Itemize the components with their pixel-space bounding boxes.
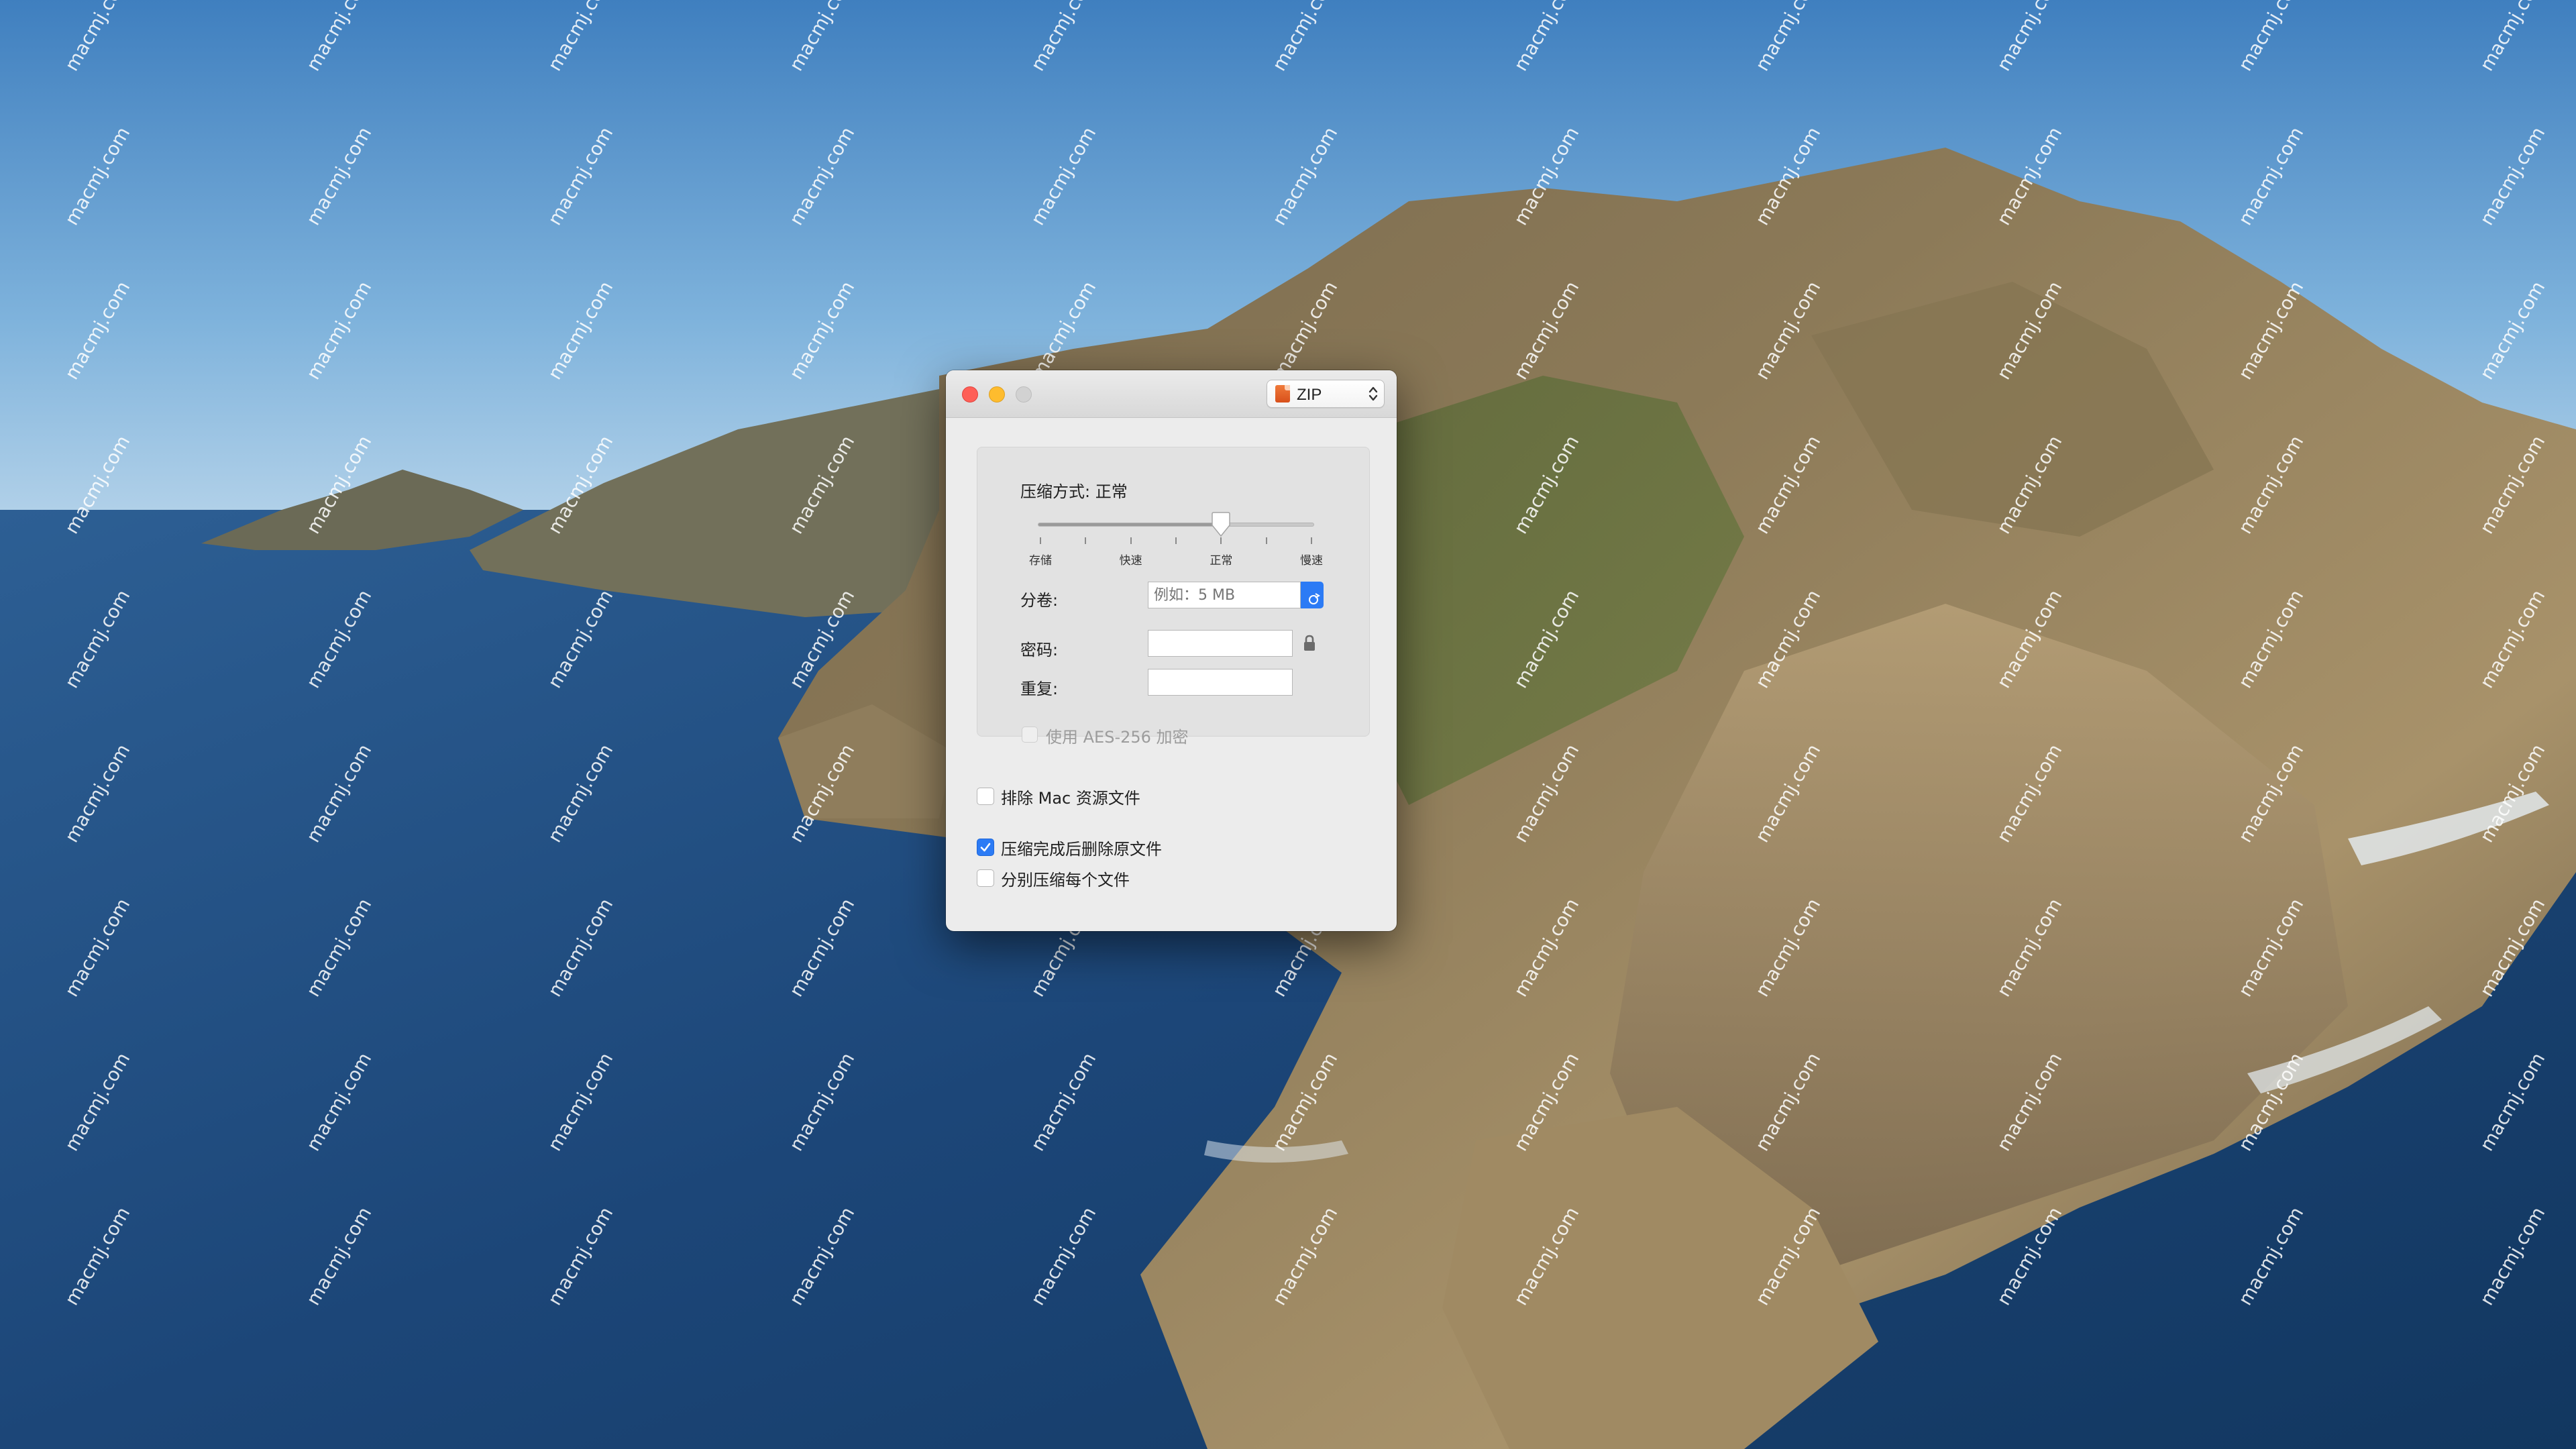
format-label: ZIP (1297, 386, 1322, 404)
compress-separately-checkbox[interactable] (977, 869, 994, 887)
minimize-window-button[interactable] (989, 386, 1005, 402)
repeat-password-field[interactable] (1148, 669, 1293, 696)
password-field[interactable] (1148, 630, 1293, 657)
split-size-stepper[interactable] (1301, 582, 1324, 608)
refresh-icon (1309, 593, 1320, 604)
up-down-arrows-icon (1368, 386, 1378, 401)
slider-fill (1038, 523, 1222, 526)
split-size-input[interactable] (1148, 582, 1301, 608)
slider-tick (1265, 537, 1267, 544)
slider-level-label: 慢速 (1300, 554, 1323, 568)
compression-settings-group: 压缩方式: 正常 分卷: 密码: 重复: 使用 AES-256 加密 存储 快速 正… (977, 447, 1370, 747)
slider-level-label: 存储 (1029, 554, 1052, 568)
slider-level-label: 快速 (1119, 554, 1142, 568)
aes-encryption-checkbox[interactable] (1022, 727, 1038, 743)
zip-archive-icon (1275, 385, 1290, 402)
slider-tick (1130, 537, 1132, 544)
slider-tick (1085, 537, 1087, 544)
compression-level-slider[interactable] (1038, 523, 1314, 527)
zoom-window-button (1016, 386, 1032, 402)
password-label: 密码: (1020, 641, 1059, 659)
compress-separately-label: 分别压缩每个文件 (1001, 871, 1130, 890)
slider-tick (1175, 537, 1177, 544)
repeat-password-label: 重复: (1020, 680, 1059, 698)
delete-after-compress-label: 压缩完成后删除原文件 (1001, 840, 1162, 859)
slider-tick (1040, 537, 1041, 544)
aes-encryption-label: 使用 AES-256 加密 (1046, 728, 1189, 747)
compression-method-label: 压缩方式: 正常 (1020, 482, 1128, 501)
checkmark-icon (980, 843, 991, 852)
format-popup-button[interactable]: ZIP (1267, 380, 1385, 408)
exclude-mac-resources-label: 排除 Mac 资源文件 (1001, 789, 1140, 808)
exclude-mac-resources-checkbox[interactable] (977, 788, 994, 805)
delete-after-compress-checkbox[interactable] (977, 839, 994, 856)
slider-tick (1220, 537, 1222, 544)
lock-icon (1304, 635, 1315, 651)
split-volume-label: 分卷: (1020, 591, 1059, 610)
close-window-button[interactable] (962, 386, 978, 402)
slider-tick (1311, 537, 1312, 544)
archive-options-window[interactable]: ZIP 压缩方式: 正常 分卷: 密码: (946, 370, 1397, 931)
title-bar[interactable]: ZIP (946, 370, 1397, 418)
slider-level-label: 正常 (1210, 554, 1233, 568)
slider-knob[interactable] (1210, 512, 1232, 537)
